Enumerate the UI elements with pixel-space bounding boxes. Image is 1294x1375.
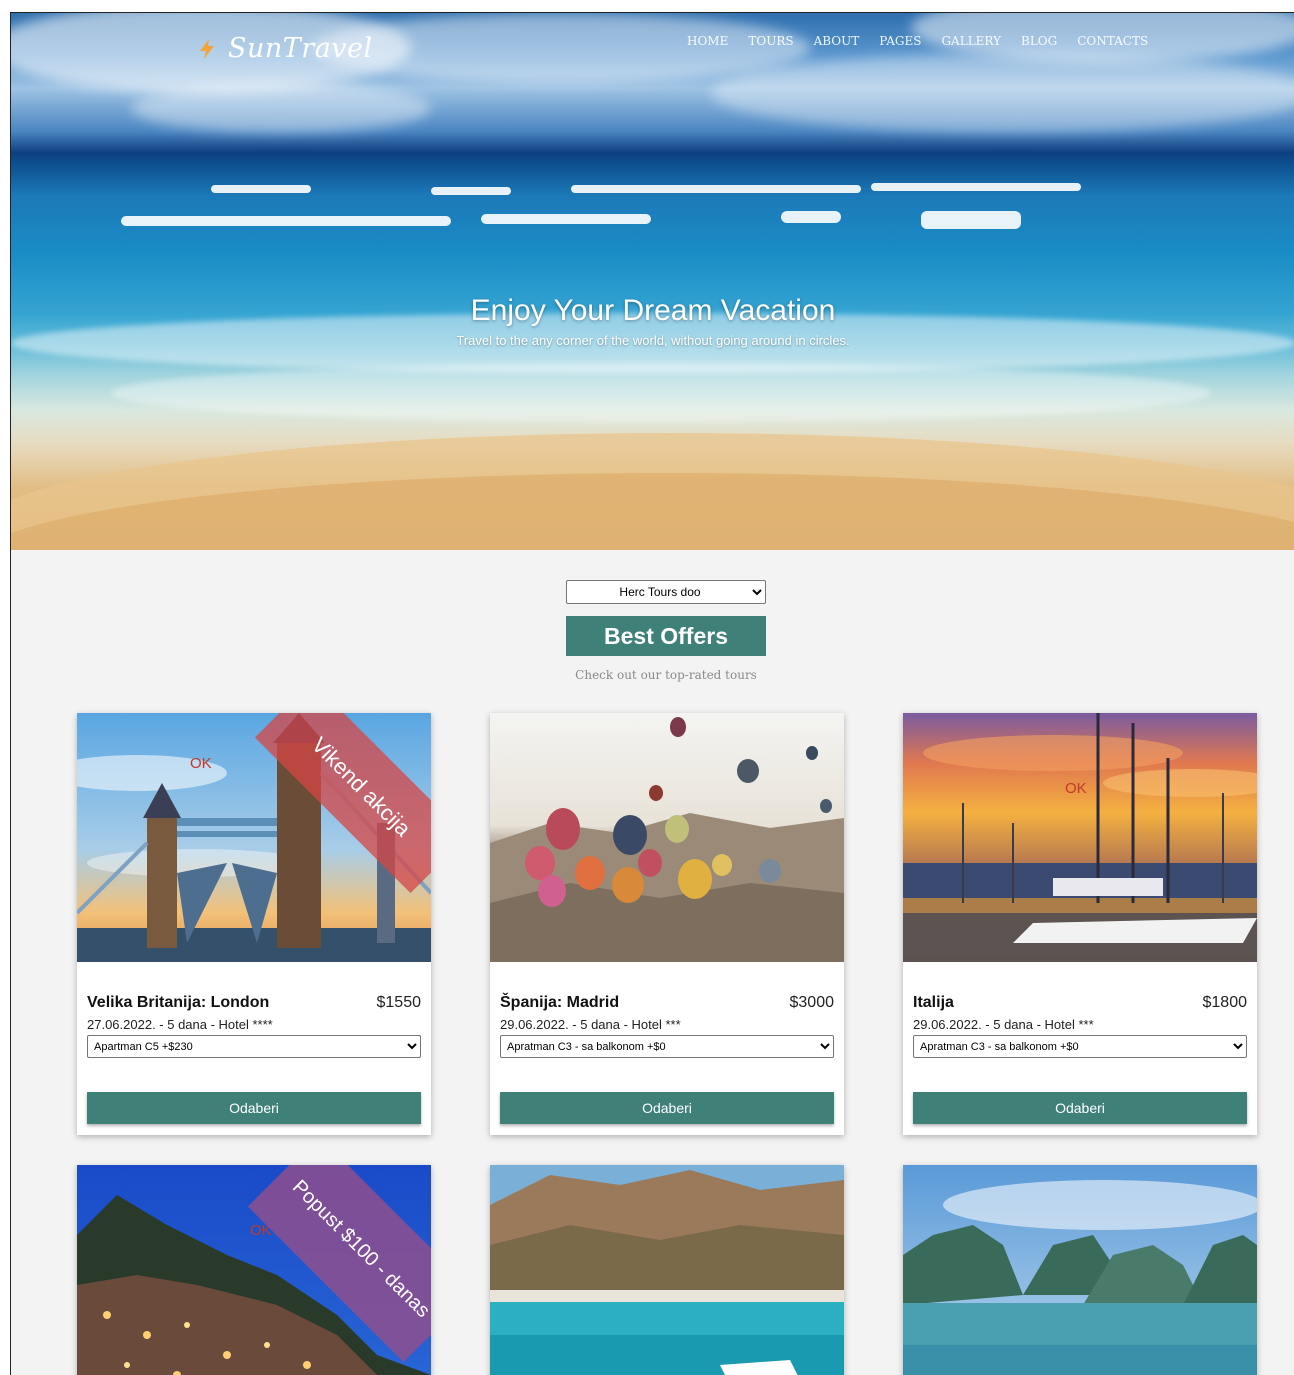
tour-card xyxy=(903,1165,1257,1375)
nav-tours[interactable]: TOURS xyxy=(748,34,793,48)
card-title: Italija xyxy=(913,994,954,1011)
nav-pages[interactable]: PAGES xyxy=(879,34,921,48)
hero-banner: SunTravel HOME TOURS ABOUT PAGES GALLERY… xyxy=(11,13,1294,550)
nav-blog[interactable]: BLOG xyxy=(1021,34,1057,48)
card-title: Španija: Madrid xyxy=(500,994,620,1011)
card-price: $3000 xyxy=(789,994,835,1011)
card-meta: 29.06.2022. - 5 dana - Hotel *** xyxy=(913,1017,1094,1032)
card-price: $1550 xyxy=(376,994,422,1011)
card-price: $1800 xyxy=(1202,994,1248,1011)
logo-text: SunTravel xyxy=(228,33,373,64)
hero-subtitle: Travel to the any corner of the world, w… xyxy=(456,333,850,348)
offers-subtitle: Check out our top-rated tours xyxy=(575,668,757,682)
sun-bolt-icon xyxy=(200,38,214,59)
coastal-town-night-image[interactable]: OK Popust $100 - danas xyxy=(77,1165,431,1375)
status-label: OK xyxy=(1065,780,1087,797)
select-tour-button[interactable]: Odaberi xyxy=(913,1092,1247,1124)
tower-bridge-image[interactable]: OK Vikend akcija xyxy=(77,713,431,962)
status-label: OK xyxy=(190,755,212,772)
sunset-marina-image[interactable]: OK xyxy=(903,713,1257,962)
karst-islands-bay-image[interactable] xyxy=(903,1165,1257,1375)
page-frame: SunTravel HOME TOURS ABOUT PAGES GALLERY… xyxy=(10,12,1294,1375)
mountain-bay-image[interactable] xyxy=(490,1165,844,1375)
select-tour-button[interactable]: Odaberi xyxy=(87,1092,421,1124)
room-select[interactable]: Apratman C3 - sa balkonom +$0 xyxy=(500,1035,834,1058)
tour-card: OK Popust $100 - danas xyxy=(77,1165,431,1375)
tour-card: OK Italija $1800 29.06.2022. - 5 dana - … xyxy=(903,713,1257,1135)
hot-air-balloons-image[interactable] xyxy=(490,713,844,962)
nav-gallery[interactable]: GALLERY xyxy=(941,34,1001,48)
main-nav: HOME TOURS ABOUT PAGES GALLERY BLOG CONT… xyxy=(687,34,1148,48)
agency-select[interactable]: Herc Tours doo xyxy=(566,580,766,604)
select-tour-button[interactable]: Odaberi xyxy=(500,1092,834,1124)
tour-card: OK Vikend akcija Velika Britanija: Londo… xyxy=(77,713,431,1135)
card-meta: 27.06.2022. - 5 dana - Hotel **** xyxy=(87,1017,273,1032)
logo[interactable]: SunTravel xyxy=(196,33,373,64)
nav-contacts[interactable]: CONTACTS xyxy=(1077,34,1148,48)
room-select[interactable]: Apratman C3 - sa balkonom +$0 xyxy=(913,1035,1247,1058)
card-meta: 29.06.2022. - 5 dana - Hotel *** xyxy=(500,1017,681,1032)
tour-card xyxy=(490,1165,844,1375)
card-title: Velika Britanija: London xyxy=(87,994,270,1011)
offers-title: Best Offers xyxy=(566,616,766,656)
nav-home[interactable]: HOME xyxy=(687,34,728,48)
nav-about[interactable]: ABOUT xyxy=(814,34,860,48)
tour-card: Španija: Madrid $3000 29.06.2022. - 5 da… xyxy=(490,713,844,1135)
hero-title: Enjoy Your Dream Vacation xyxy=(470,294,836,327)
room-select[interactable]: Apartman C5 +$230 xyxy=(87,1035,421,1058)
